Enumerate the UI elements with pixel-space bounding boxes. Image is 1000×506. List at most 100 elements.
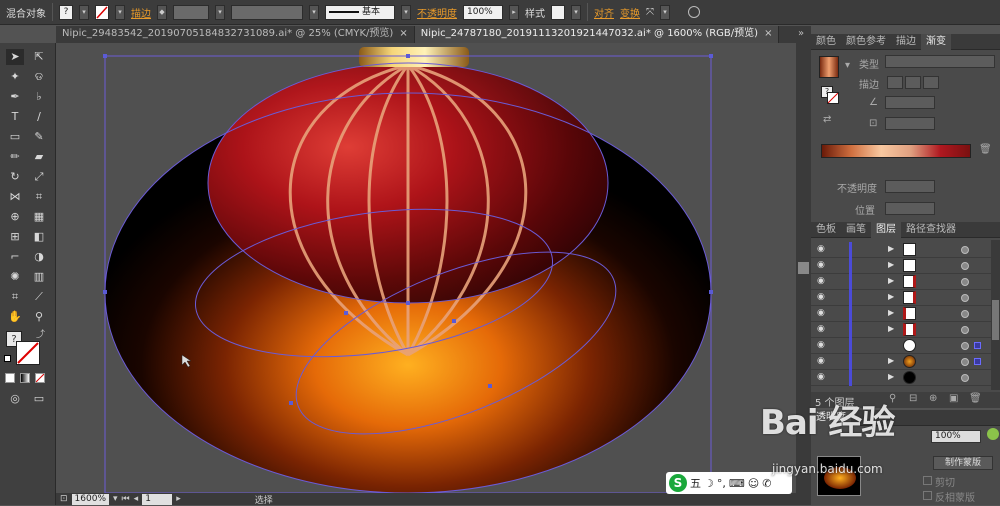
target-icon[interactable] xyxy=(961,326,969,334)
perspective-grid-tool-icon[interactable]: ▦ xyxy=(30,209,48,225)
artboard-nav-icon[interactable]: ⊡ xyxy=(60,494,68,504)
knob-icon[interactable] xyxy=(987,428,999,440)
target-icon[interactable] xyxy=(961,342,969,350)
layer-row[interactable]: ◉ ▶ xyxy=(811,290,991,306)
tab-stroke[interactable]: 描边 xyxy=(891,34,921,50)
stroke-swatch[interactable] xyxy=(95,4,109,20)
target-icon[interactable] xyxy=(961,262,969,270)
isolate-dropdown[interactable]: ▾ xyxy=(660,4,670,20)
column-graph-tool-icon[interactable]: ▥ xyxy=(30,269,48,285)
type-select[interactable] xyxy=(885,55,995,68)
keyboard-icon[interactable]: ⌨ xyxy=(729,477,745,490)
user-icon[interactable]: ☺ xyxy=(748,477,759,490)
eye-icon[interactable]: ◉ xyxy=(817,357,829,366)
tabs-overflow-icon[interactable]: » xyxy=(798,28,810,40)
mesh-tool-icon[interactable]: ⊞ xyxy=(6,229,24,245)
eyedropper-tool-icon[interactable]: ⌐ xyxy=(6,249,24,265)
swap-colors-icon[interactable]: ⤴ xyxy=(36,327,45,340)
layer-row[interactable]: ◉ ▶ xyxy=(811,370,991,386)
variable-width-dropdown[interactable]: ▾ xyxy=(309,4,319,20)
delete-layer-icon[interactable]: 🗑 xyxy=(969,393,982,404)
selection-indicator[interactable] xyxy=(974,342,981,349)
layer-row[interactable]: ◉ ▶ xyxy=(811,258,991,274)
zoom-tool-icon[interactable]: ⚲ xyxy=(30,309,48,325)
expand-icon[interactable]: ▶ xyxy=(888,372,894,381)
slice-tool-icon[interactable]: ⟋ xyxy=(30,289,48,305)
zoom-dropdown-icon[interactable]: ▾ xyxy=(113,494,118,504)
expand-icon[interactable]: ▶ xyxy=(888,308,894,317)
isolate-icon[interactable]: ⤧ xyxy=(646,7,654,18)
target-icon[interactable] xyxy=(961,358,969,366)
expand-icon[interactable]: ▶ xyxy=(888,324,894,333)
invert-mask-checkbox[interactable] xyxy=(923,491,932,500)
screen-mode-icon[interactable]: ▭ xyxy=(30,391,48,407)
hand-tool-icon[interactable]: ✋ xyxy=(6,309,24,325)
tab-layers[interactable]: 图层 xyxy=(871,221,901,238)
lantern-artwork[interactable] xyxy=(56,43,796,493)
tab-color-guide[interactable]: 颜色参考 xyxy=(841,34,891,50)
eye-icon[interactable]: ◉ xyxy=(817,373,829,382)
target-icon[interactable] xyxy=(961,278,969,286)
stop-position-field[interactable] xyxy=(885,202,935,215)
selection-tool-icon[interactable]: ➤ xyxy=(6,49,24,65)
target-icon[interactable] xyxy=(961,246,969,254)
gradient-tool-icon[interactable]: ◧ xyxy=(30,229,48,245)
lantern-cap[interactable] xyxy=(359,47,469,67)
recolor-icon[interactable] xyxy=(688,6,700,18)
wrench-icon[interactable]: ✆ xyxy=(762,477,771,490)
style-dropdown[interactable]: ▾ xyxy=(571,4,581,20)
ime-mode-label[interactable]: 五 xyxy=(690,475,701,491)
eye-icon[interactable]: ◉ xyxy=(817,309,829,318)
layer-row[interactable]: ◉ xyxy=(811,338,991,354)
zoom-field[interactable]: 1600% xyxy=(71,493,110,505)
eye-icon[interactable]: ◉ xyxy=(817,261,829,270)
selection-indicator[interactable] xyxy=(974,358,981,365)
pen-tool-icon[interactable]: ✒ xyxy=(6,89,24,105)
artboard-canvas[interactable] xyxy=(56,43,796,493)
align-link[interactable]: 对齐 xyxy=(594,5,614,20)
scroll-thumb[interactable] xyxy=(992,300,999,340)
variable-width-field[interactable] xyxy=(231,4,303,20)
none-mode-icon[interactable] xyxy=(35,373,45,383)
symbol-sprayer-tool-icon[interactable]: ✺ xyxy=(6,269,24,285)
reverse-gradient-icon[interactable]: ⇄ xyxy=(823,114,831,125)
gradient-thumbnail[interactable] xyxy=(819,56,839,78)
close-icon[interactable]: × xyxy=(764,28,772,39)
stroke-weight-dropdown[interactable]: ▾ xyxy=(215,4,225,20)
eye-icon[interactable]: ◉ xyxy=(817,325,829,334)
artboard-tool-icon[interactable]: ⌗ xyxy=(6,289,24,305)
expand-icon[interactable]: ▶ xyxy=(888,244,894,253)
curvature-tool-icon[interactable]: ♭ xyxy=(30,89,48,105)
opacity-field[interactable]: 100% xyxy=(931,430,981,443)
opacity-label[interactable]: 不透明度 xyxy=(417,5,457,20)
style-swatch[interactable] xyxy=(551,4,565,20)
layer-row[interactable]: ◉ ▶ xyxy=(811,274,991,290)
rectangle-tool-icon[interactable]: ▭ xyxy=(6,129,24,145)
close-icon[interactable]: × xyxy=(399,28,407,39)
paintbrush-tool-icon[interactable]: ✎ xyxy=(30,129,48,145)
magic-wand-tool-icon[interactable]: ✦ xyxy=(6,69,24,85)
trash-icon[interactable]: 🗑 xyxy=(979,144,992,155)
new-layer-icon[interactable]: ▣ xyxy=(949,393,958,404)
stroke-color-icon[interactable] xyxy=(16,341,40,365)
tab-pathfinder[interactable]: 路径查找器 xyxy=(901,222,961,238)
next-artboard-icon[interactable]: ▸ xyxy=(176,494,181,504)
stroke-dropdown[interactable]: ▾ xyxy=(115,4,125,20)
opacity-dropdown[interactable]: ▸ xyxy=(509,4,519,20)
stroke-weight-stepper[interactable]: ◆ xyxy=(157,4,167,20)
tab-color[interactable]: 颜色 xyxy=(811,34,841,50)
eraser-tool-icon[interactable]: ▰ xyxy=(30,149,48,165)
brush-definition[interactable]: 基本 xyxy=(325,4,395,20)
prev-artboard-icon[interactable]: ◂ xyxy=(134,494,139,504)
rotate-tool-icon[interactable]: ↻ xyxy=(6,169,24,185)
stroke-gradient-btn-2[interactable] xyxy=(905,76,921,89)
aspect-field[interactable] xyxy=(885,117,935,130)
first-artboard-icon[interactable]: ⏮ xyxy=(122,494,130,504)
stroke-gradient-btn-3[interactable] xyxy=(923,76,939,89)
lasso-tool-icon[interactable]: ଡ xyxy=(30,69,48,85)
punct-icon[interactable]: °, xyxy=(717,477,726,490)
tab-brushes[interactable]: 画笔 xyxy=(841,222,871,238)
tab-document-1[interactable]: Nipic_29483542_20190705184832731089.ai* … xyxy=(56,26,415,43)
clipping-mask-icon[interactable]: ⊟ xyxy=(909,393,917,404)
color-mode-icon[interactable] xyxy=(5,373,15,383)
